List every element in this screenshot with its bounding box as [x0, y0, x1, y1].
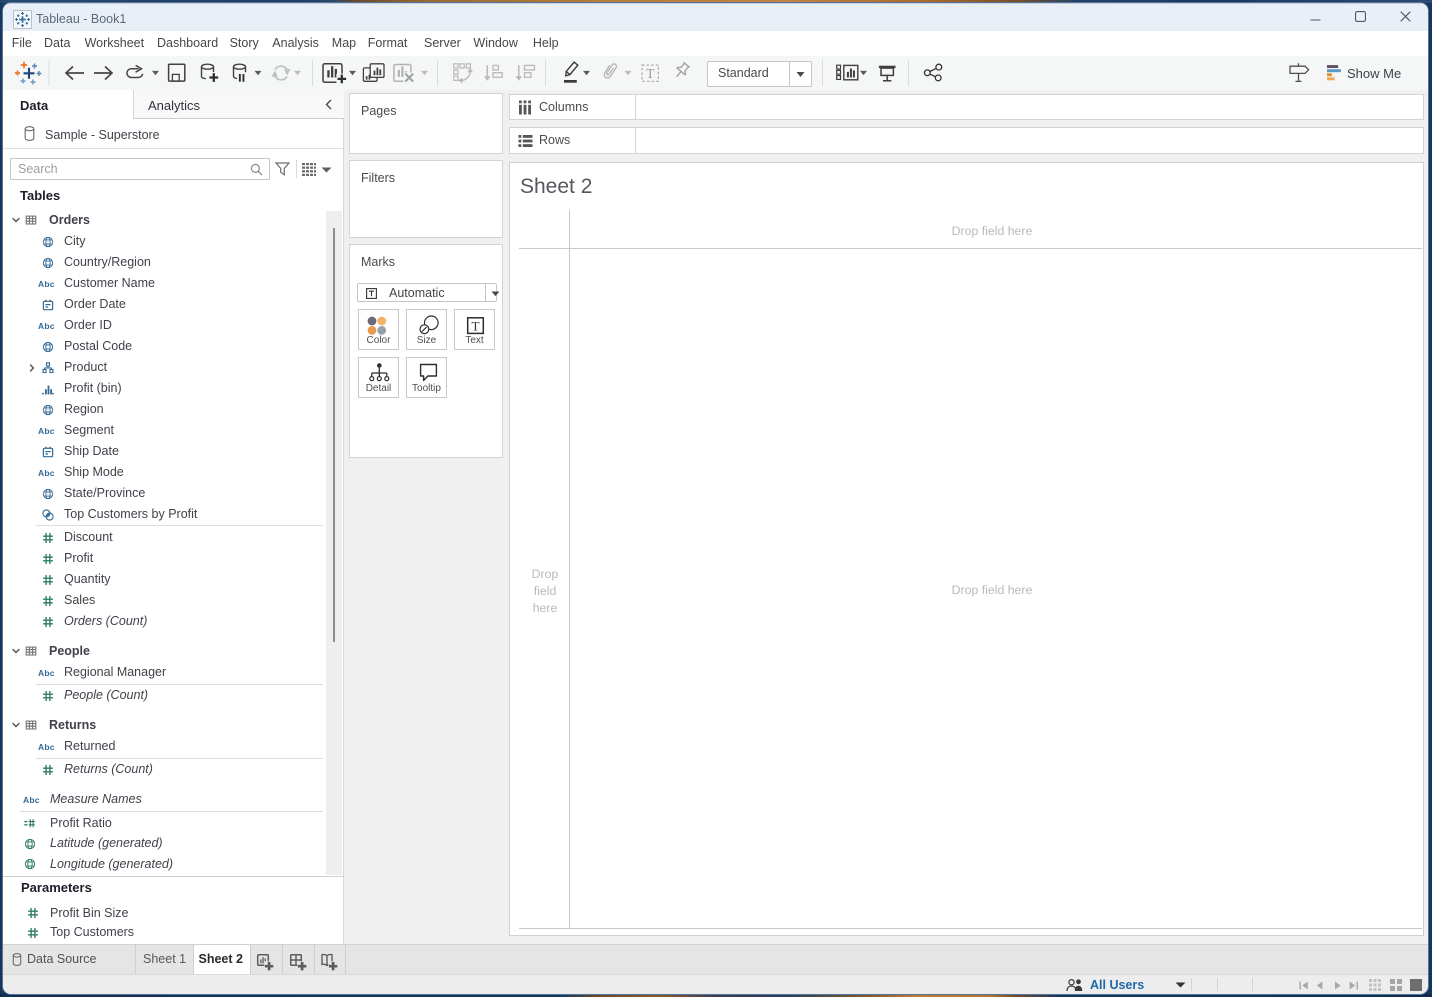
svg-text:T: T [646, 66, 655, 81]
svg-text:T: T [472, 318, 480, 333]
